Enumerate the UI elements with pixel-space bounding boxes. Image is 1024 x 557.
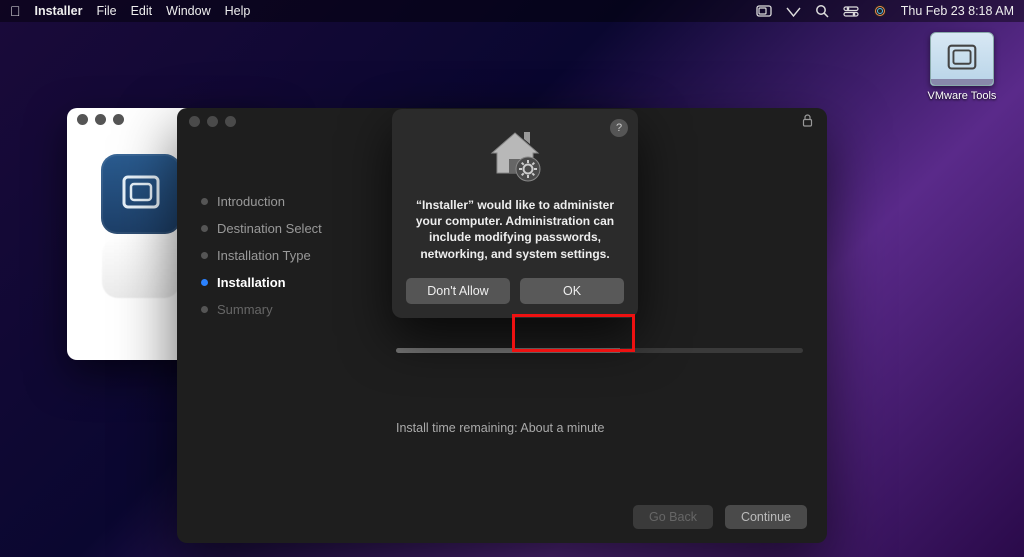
step-introduction: Introduction [201,194,376,209]
progress-bar [396,348,803,353]
control-center-icon[interactable] [843,6,859,17]
dont-allow-button[interactable]: Don't Allow [406,278,510,304]
go-back-button[interactable]: Go Back [633,505,713,529]
lock-icon[interactable] [802,114,813,130]
ok-button[interactable]: OK [520,278,624,304]
apple-menu-icon[interactable]:  [10,3,21,19]
disk-icon [930,32,994,86]
menu-file[interactable]: File [96,4,116,18]
package-icon [101,154,181,234]
desktop-icon-label: VMware Tools [918,90,1006,102]
menu-window[interactable]: Window [166,4,210,18]
house-gear-icon [484,125,546,187]
app-menu[interactable]: Installer [35,4,83,18]
help-icon[interactable]: ? [610,119,628,137]
step-summary: Summary [201,302,376,317]
wifi-icon[interactable] [786,5,801,17]
permission-dialog: ? “Installer” would like to administer y… [392,109,638,318]
spotlight-icon[interactable] [815,4,829,18]
menu-help[interactable]: Help [225,4,251,18]
install-status: Install time remaining: About a minute [396,421,803,435]
siri-icon[interactable] [873,4,887,18]
step-type: Installation Type [201,248,376,263]
step-installation: Installation [201,275,376,290]
menu-clock[interactable]: Thu Feb 23 8:18 AM [901,4,1014,18]
continue-button[interactable]: Continue [725,505,807,529]
installer-sidebar: Introduction Destination Select Installa… [201,150,376,493]
menu-bar:  Installer File Edit Window Help Thu Fe… [0,0,1024,22]
dialog-message: “Installer” would like to administer you… [406,197,624,278]
stage-manager-icon[interactable] [756,5,772,17]
traffic-lights[interactable] [77,114,124,125]
desktop-icon-vmware-tools[interactable]: VMware Tools [918,32,1006,102]
menu-edit[interactable]: Edit [131,4,153,18]
step-destination: Destination Select [201,221,376,236]
traffic-lights[interactable] [189,116,236,127]
